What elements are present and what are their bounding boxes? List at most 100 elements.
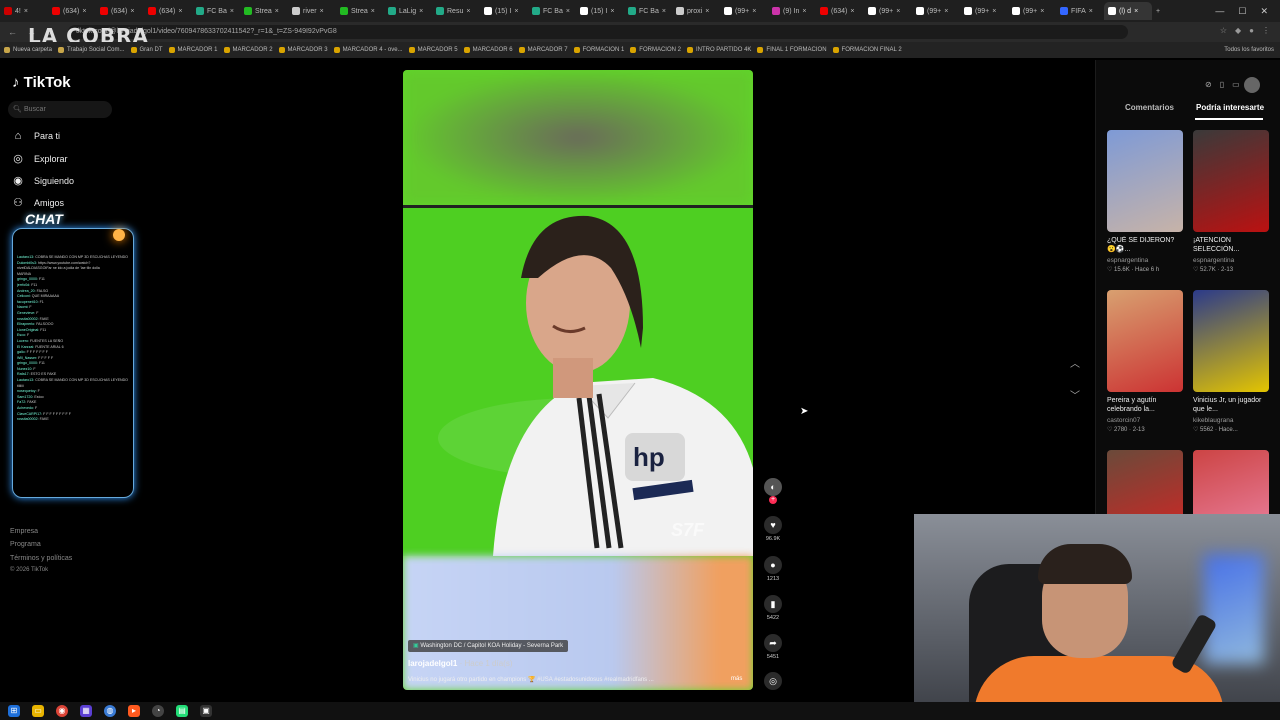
follow-plus-icon[interactable]: + <box>769 496 777 504</box>
tiktok-logo[interactable]: ♪ TikTok <box>12 74 71 91</box>
nav-item-explorar[interactable]: ◎ Explorar <box>12 152 67 165</box>
browser-tab[interactable]: (99+ × <box>1008 2 1056 20</box>
nav-item-para-ti[interactable]: ⌂ Para ti <box>12 130 60 142</box>
tab-close-icon[interactable]: × <box>275 8 279 15</box>
browser-tab[interactable]: (634) × <box>96 2 144 20</box>
save-button[interactable]: ▮ 5422 <box>761 595 785 621</box>
inbox-icon[interactable]: ▭ <box>1232 80 1240 89</box>
device-icon[interactable]: ▯ <box>1220 80 1224 89</box>
video-author[interactable]: larojadelgol1 · Hace 1 día(s) <box>408 659 513 668</box>
card-author[interactable]: kikeblaugrana <box>1193 417 1269 424</box>
music-disc-button[interactable]: ◎ <box>761 672 785 690</box>
streaming-app-icon[interactable]: ▸ <box>128 705 140 717</box>
card-author[interactable]: espnargentina <box>1193 257 1269 264</box>
tab-close-icon[interactable]: × <box>662 8 666 15</box>
terminal-app-icon[interactable]: ▣ <box>200 705 212 717</box>
browser-tab[interactable]: (99+ × <box>864 2 912 20</box>
footer-link-empresa[interactable]: Empresa <box>10 528 38 535</box>
app-grid-icon[interactable]: ▦ <box>80 705 92 717</box>
footer-link-programa[interactable]: Programa <box>10 541 41 548</box>
tab-close-icon[interactable]: × <box>802 8 806 15</box>
creator-avatar-button[interactable]: ◐ <box>761 478 785 496</box>
tab-close-icon[interactable]: × <box>371 8 375 15</box>
recommended-video-card[interactable]: ¡ATENCIÓN SELECCIÓN... espnargentina ♡ 52.… <box>1193 130 1269 273</box>
like-button[interactable]: ♥ 96.9K <box>761 516 785 542</box>
bookmark-item[interactable]: Nueva carpeta <box>4 47 52 53</box>
notes-app-icon[interactable]: ▤ <box>176 705 188 717</box>
search-input[interactable]: 🔍︎ Buscar <box>8 101 112 118</box>
browser-tab[interactable]: Strea × <box>336 2 384 20</box>
close-icon[interactable]: ✕ <box>1260 6 1268 17</box>
bookmark-item[interactable]: MARCADOR 6 <box>463 47 513 53</box>
browser-tab[interactable]: FC Ba × <box>624 2 672 20</box>
browser-tab[interactable]: (99+ × <box>960 2 1008 20</box>
bookmark-item[interactable]: INTRO PARTIDO 4K <box>686 47 751 53</box>
recommended-video-card[interactable]: ¿QUÉ SE DIJERON? 😮⚽... espnargentina ♡ 15.… <box>1107 130 1183 273</box>
video-player[interactable]: hp S7F <box>403 70 753 690</box>
tab-close-icon[interactable]: × <box>705 8 709 15</box>
caption-more-link[interactable]: más <box>731 676 742 682</box>
tab-close-icon[interactable]: × <box>1089 8 1093 15</box>
tab-close-icon[interactable]: × <box>1040 8 1044 15</box>
obs-icon[interactable]: ◔ <box>152 705 164 717</box>
menu-icon[interactable]: ⋮ <box>1262 26 1270 35</box>
footer-link-terminos[interactable]: Términos y políticas <box>10 555 72 562</box>
share-button[interactable]: ➦ 5451 <box>761 634 785 660</box>
tab-close-icon[interactable]: × <box>419 8 423 15</box>
previous-video-button[interactable]: ︿ <box>1066 356 1084 374</box>
tab-close-icon[interactable]: × <box>1134 8 1138 15</box>
tab-close-icon[interactable]: × <box>514 8 518 15</box>
browser-tab[interactable]: proxi × <box>672 2 720 20</box>
tab-comentarios[interactable]: Comentarios <box>1125 103 1174 112</box>
recommended-video-card[interactable]: Pereira y agutín celebrando la... castorc… <box>1107 290 1183 433</box>
browser-tab[interactable]: Resu × <box>432 2 480 20</box>
bookmark-item[interactable]: MARCADOR 7 <box>518 47 568 53</box>
start-icon[interactable]: ⊞ <box>8 705 20 717</box>
recommended-video-card[interactable]: Vinicius Jr, un jugador que le... kikebla… <box>1193 290 1269 433</box>
bookmark-item[interactable]: MARCADOR 5 <box>408 47 458 53</box>
tab-close-icon[interactable]: × <box>752 8 756 15</box>
profile-icon[interactable]: ● <box>1249 26 1254 35</box>
browser-tab[interactable]: 4! × <box>0 2 48 20</box>
maximize-icon[interactable]: ☐ <box>1238 6 1246 17</box>
url-input[interactable]: tiktok.com/@larojadelgol1/video/76094786… <box>68 25 1128 39</box>
tab-close-icon[interactable]: × <box>944 8 948 15</box>
location-badge[interactable]: ▣ Washington DC / Capitol KOA Holiday - … <box>408 640 569 652</box>
browser-tab[interactable]: LaLig × <box>384 2 432 20</box>
tab-close-icon[interactable]: × <box>178 8 182 15</box>
bookmark-item[interactable]: Trabajo Social Com... <box>58 47 125 53</box>
browser-tab[interactable]: (15) I × <box>480 2 528 20</box>
nav-item-amigos[interactable]: ⚇ Amigos <box>12 196 64 209</box>
tab-close-icon[interactable]: × <box>566 8 570 15</box>
tab-close-icon[interactable]: × <box>24 8 28 15</box>
card-author[interactable]: espnargentina <box>1107 257 1183 264</box>
bookmark-item[interactable]: Gran DT <box>130 47 163 53</box>
comment-button[interactable]: ● 1213 <box>761 556 785 582</box>
tab-close-icon[interactable]: × <box>230 8 234 15</box>
tab-close-icon[interactable]: × <box>82 8 86 15</box>
browser-app-icon[interactable]: ◍ <box>104 705 116 717</box>
file-explorer-icon[interactable]: ▭ <box>32 705 44 717</box>
nav-item-siguiendo[interactable]: ◉ Siguiendo <box>12 174 74 187</box>
card-author[interactable]: castorcin07 <box>1107 417 1183 424</box>
minimize-icon[interactable]: — <box>1215 6 1224 16</box>
next-video-button[interactable]: ﹀ <box>1066 388 1084 406</box>
bookmark-item[interactable]: MARCADOR 3 <box>278 47 328 53</box>
back-icon[interactable]: ← <box>8 27 17 37</box>
browser-tab[interactable]: (9) In × <box>768 2 816 20</box>
tab-close-icon[interactable]: × <box>320 8 324 15</box>
browser-tab[interactable]: Strea × <box>240 2 288 20</box>
all-bookmarks-link[interactable]: Todos los favoritos <box>1224 42 1274 58</box>
bookmark-item[interactable]: FORMACION FINAL 2 <box>832 47 902 53</box>
tab-close-icon[interactable]: × <box>896 8 900 15</box>
browser-tab[interactable]: FC Ba × <box>528 2 576 20</box>
bookmark-item[interactable]: MARCADOR 2 <box>223 47 273 53</box>
browser-tab[interactable]: (634) × <box>816 2 864 20</box>
browser-tab[interactable]: (15) I × <box>576 2 624 20</box>
star-icon[interactable]: ☆ <box>1220 26 1227 35</box>
tab-podria-interesarte[interactable]: Podría interesarte <box>1196 103 1264 112</box>
tab-close-icon[interactable]: × <box>992 8 996 15</box>
settings-icon[interactable]: ⊘ <box>1205 80 1212 89</box>
browser-tab[interactable]: river × <box>288 2 336 20</box>
browser-tab[interactable]: (634) × <box>144 2 192 20</box>
